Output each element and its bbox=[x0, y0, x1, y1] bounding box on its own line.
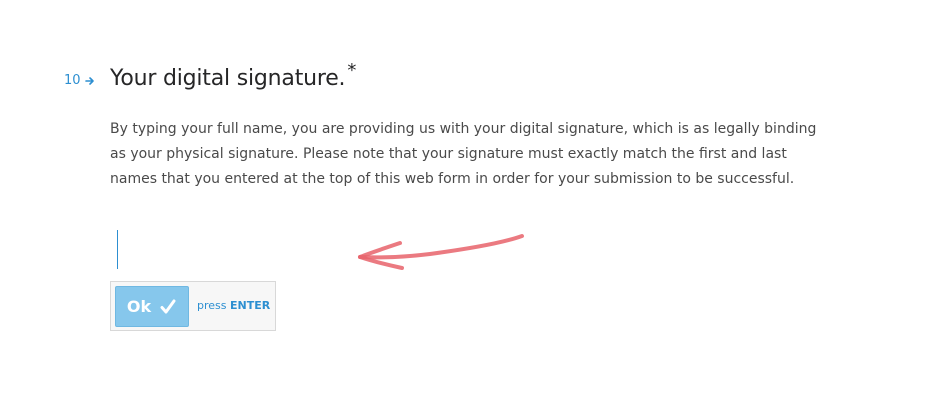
question-title-text: Your digital signature. bbox=[110, 66, 346, 91]
required-mark: * bbox=[347, 60, 357, 81]
question-number-text: 10 bbox=[64, 73, 81, 88]
hand-drawn-arrow-icon bbox=[358, 234, 524, 270]
question-number: 10 bbox=[64, 73, 95, 89]
right-arrow-icon bbox=[84, 77, 94, 85]
question-description: By typing your full name, you are provid… bbox=[110, 121, 817, 187]
press-enter-hint: press ENTER bbox=[197, 299, 270, 312]
ok-button-label: Ok bbox=[126, 297, 152, 316]
check-icon bbox=[160, 299, 176, 313]
enter-key-text: ENTER bbox=[230, 299, 271, 312]
ok-button[interactable]: Ok bbox=[115, 286, 189, 327]
question-title: Your digital signature. * bbox=[110, 60, 357, 94]
press-text: press bbox=[197, 299, 227, 312]
question-block: 10 Your digital signature. * By typing yo… bbox=[0, 0, 925, 405]
text-caret bbox=[117, 230, 118, 269]
ok-container: Ok press ENTER bbox=[110, 281, 276, 331]
